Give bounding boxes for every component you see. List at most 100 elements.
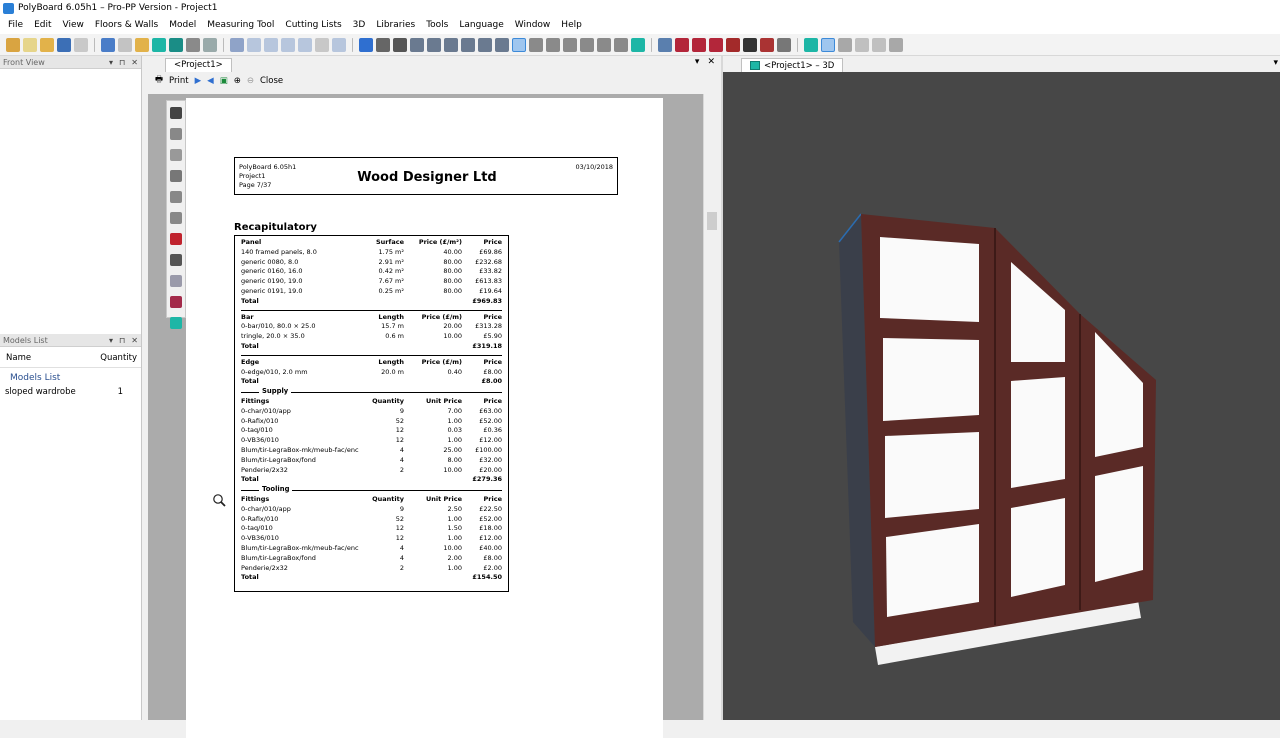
close-icon[interactable]: ✕ (131, 58, 138, 67)
table-icon[interactable] (170, 170, 182, 182)
column-name[interactable]: Name (6, 353, 31, 363)
open-folder-icon[interactable] (40, 37, 54, 52)
grid-icon[interactable] (726, 37, 740, 52)
panel-shelf-icon[interactable] (478, 37, 492, 52)
handle-icon[interactable] (760, 37, 774, 52)
menu-floors-walls[interactable]: Floors & Walls (95, 20, 158, 30)
pan-hand-icon[interactable] (315, 37, 329, 52)
hanging-rail-icon[interactable] (597, 37, 611, 52)
vertical-scrollbar[interactable] (703, 94, 719, 720)
panel-bottom-icon[interactable] (444, 37, 458, 52)
menu-file[interactable]: File (8, 20, 23, 30)
menu-libraries[interactable]: Libraries (376, 20, 415, 30)
close-icon[interactable]: ✕ (707, 57, 715, 67)
menu-view[interactable]: View (63, 20, 84, 30)
tab-project1-3d[interactable]: <Project1> – 3D (741, 58, 844, 72)
pin-icon[interactable]: ⊓ (119, 58, 125, 67)
view-tile-icon[interactable] (838, 37, 852, 52)
delete-x-icon[interactable] (743, 37, 757, 52)
view-split-icon[interactable] (855, 37, 869, 52)
view-options-icon[interactable] (889, 37, 903, 52)
menu-language[interactable]: Language (459, 20, 503, 30)
zoom-window-icon[interactable] (298, 37, 312, 52)
tab-dropdown-icon[interactable]: ▾ (695, 57, 700, 67)
panel-left-icon[interactable] (410, 37, 424, 52)
trapezoid-icon[interactable] (563, 37, 577, 52)
horizontal-dimension-icon[interactable] (170, 191, 182, 203)
vertical-dimension-icon[interactable] (170, 212, 182, 224)
pencil-icon[interactable] (170, 149, 182, 161)
new-project-icon[interactable] (6, 37, 20, 52)
redo-icon[interactable] (118, 37, 132, 52)
drawer-icon[interactable] (692, 37, 706, 52)
print-button[interactable]: Print (169, 76, 189, 86)
scrollbar-thumb[interactable] (707, 212, 717, 230)
lines-icon[interactable] (170, 296, 182, 308)
menu-edit[interactable]: Edit (34, 20, 51, 30)
column-quantity[interactable]: Quantity (100, 353, 137, 363)
close-icon[interactable]: ✕ (131, 336, 138, 345)
frame-icon[interactable] (170, 254, 182, 266)
model-3d-icon[interactable] (152, 37, 166, 52)
layout-icon[interactable] (186, 37, 200, 52)
door-icon[interactable] (675, 37, 689, 52)
previous-page-icon[interactable]: ◀ (207, 76, 214, 86)
fittings-icon[interactable] (631, 37, 645, 52)
angle-icon[interactable] (170, 233, 182, 245)
3d-viewport[interactable] (723, 72, 1280, 720)
view-3d-icon[interactable] (804, 37, 818, 52)
view-cascade-icon[interactable] (872, 37, 886, 52)
tab-dropdown-icon[interactable]: ▾ (1273, 58, 1278, 68)
checker-icon[interactable] (170, 128, 182, 140)
undo-icon[interactable] (101, 37, 115, 52)
models-group-label[interactable]: Models List (0, 368, 141, 383)
navigation-icon[interactable] (359, 37, 373, 52)
page-setup-icon[interactable]: ▣ (220, 76, 228, 86)
panel-back-icon[interactable] (495, 37, 509, 52)
panel-menu-icon[interactable]: ▾ (109, 336, 113, 345)
arrow-tool-icon[interactable] (170, 275, 182, 287)
properties-icon[interactable] (135, 37, 149, 52)
view-window-icon[interactable] (821, 37, 835, 52)
list-icon[interactable] (203, 37, 217, 52)
arrow-right-icon[interactable] (614, 37, 628, 52)
new-file-icon[interactable] (23, 37, 37, 52)
menu-model[interactable]: Model (169, 20, 196, 30)
info-icon[interactable] (230, 37, 244, 52)
model-group-icon[interactable] (169, 37, 183, 52)
zoom-fit-icon[interactable] (281, 37, 295, 52)
cut-tool-icon[interactable] (658, 37, 672, 52)
menu-measuring-tool[interactable]: Measuring Tool (207, 20, 274, 30)
close-preview-button[interactable]: Close (260, 76, 283, 86)
menu-3d[interactable]: 3D (353, 20, 366, 30)
save-icon[interactable] (57, 37, 71, 52)
tab-project1[interactable]: <Project1> (165, 58, 232, 72)
menu-tools[interactable]: Tools (426, 20, 448, 30)
close-toolbar-icon[interactable] (170, 107, 182, 119)
cube-icon[interactable] (170, 317, 182, 329)
menu-cutting-lists[interactable]: Cutting Lists (285, 20, 341, 30)
parallelogram-icon[interactable] (580, 37, 594, 52)
slope-right-icon[interactable] (529, 37, 543, 52)
menu-window[interactable]: Window (515, 20, 551, 30)
print-icon[interactable] (74, 37, 88, 52)
pin-icon[interactable]: ⊓ (119, 336, 125, 345)
panel-menu-icon[interactable]: ▾ (109, 58, 113, 67)
panel-top-icon[interactable] (461, 37, 475, 52)
panel-frame-icon[interactable] (427, 37, 441, 52)
cabinet-icon[interactable] (777, 37, 791, 52)
col-header: Length (378, 357, 404, 366)
zoom-in-icon[interactable]: ⊕ (234, 76, 241, 86)
zoom-out-icon[interactable] (264, 37, 278, 52)
shelves-icon[interactable] (376, 37, 390, 52)
divider-icon[interactable] (393, 37, 407, 52)
menu-help[interactable]: Help (561, 20, 582, 30)
next-page-icon[interactable]: ▶ (195, 76, 202, 86)
drawer-box-icon[interactable] (709, 37, 723, 52)
slope-active-icon[interactable] (512, 37, 526, 52)
zoom-in-icon[interactable] (247, 37, 261, 52)
slope-left-icon[interactable] (546, 37, 560, 52)
zoom-out-icon[interactable]: ⊖ (247, 76, 254, 86)
list-item[interactable]: sloped wardrobe 1 (0, 383, 141, 397)
zoom-previous-icon[interactable] (332, 37, 346, 52)
